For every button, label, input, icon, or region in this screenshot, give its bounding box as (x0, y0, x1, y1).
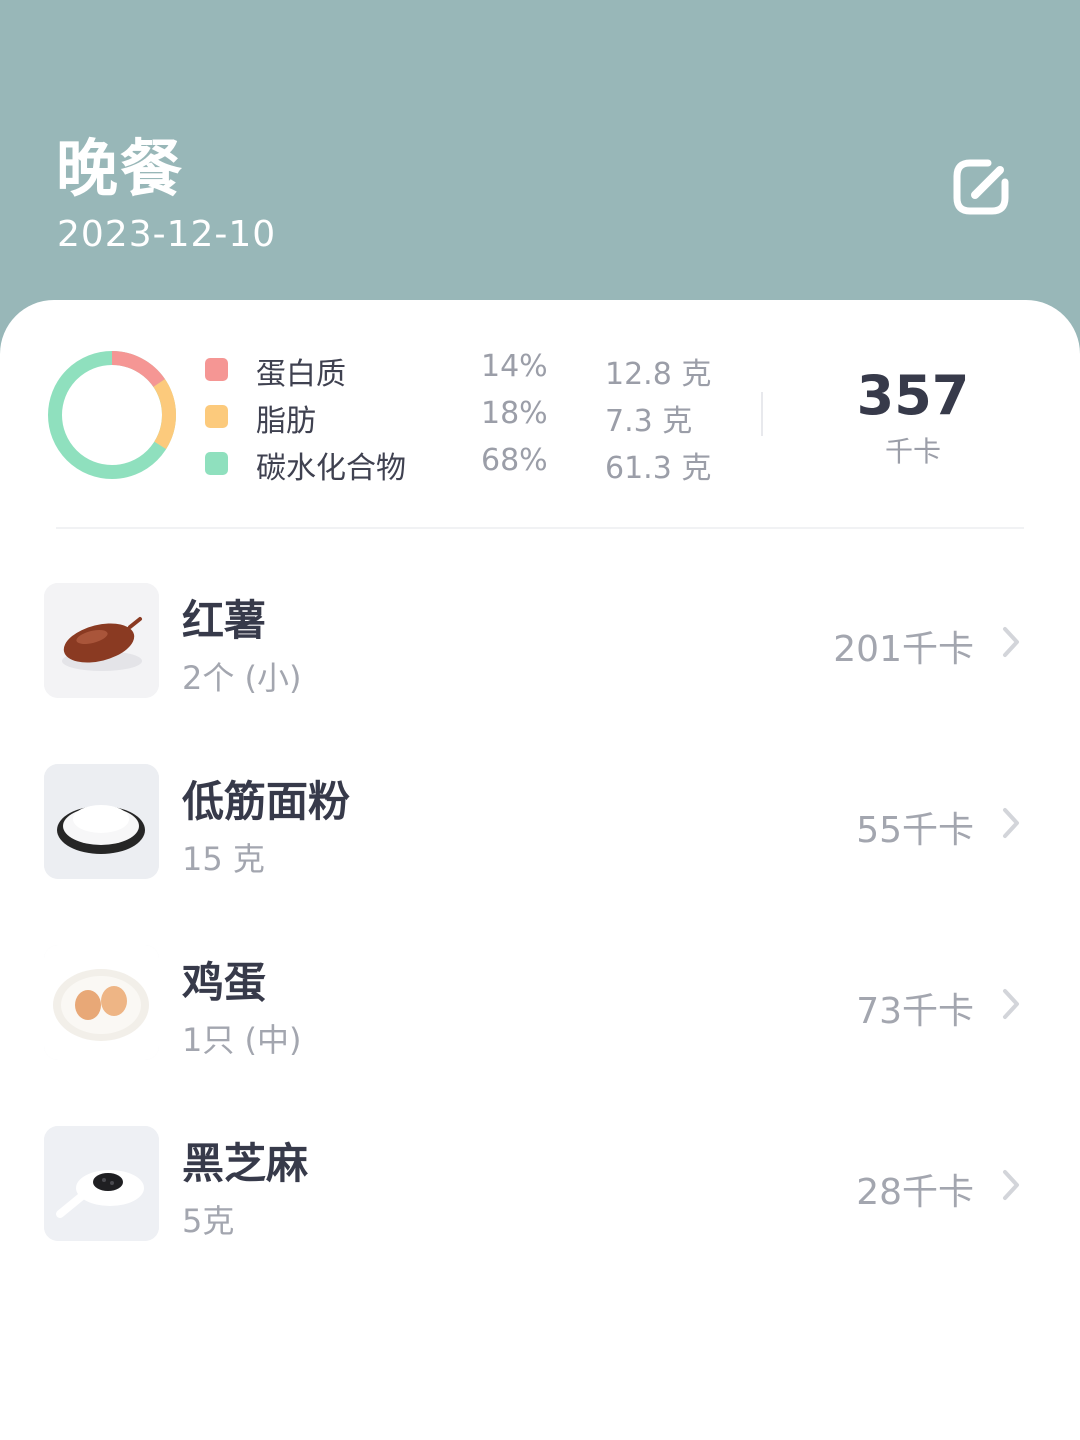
legend-carbs: 碳水化合物 68% 61.3 克 (205, 443, 725, 486)
sweet-potato-icon (44, 583, 159, 698)
food-thumbnail (44, 945, 159, 1060)
food-portion: 5克 (182, 1202, 235, 1240)
edit-icon (953, 159, 1009, 215)
legend-fat: 脂肪 18% 7.3 克 (205, 396, 725, 439)
food-calories: 28千卡 (856, 1172, 974, 1213)
food-name: 低筋面粉 (182, 777, 351, 826)
macro-donut-chart (48, 350, 176, 479)
legend-amount: 12.8 克 (605, 357, 712, 392)
total-calories: 357 (856, 364, 970, 427)
legend-amount: 61.3 克 (605, 451, 712, 486)
fat-color-dot (205, 405, 228, 428)
legend-percent: 14% (481, 349, 548, 384)
food-thumbnail (44, 764, 159, 879)
chevron-right-icon (1003, 1170, 1019, 1200)
food-item-cake-flour[interactable]: 低筋面粉 15 克 55千卡 (0, 746, 1080, 906)
legend-percent: 68% (481, 443, 548, 478)
food-item-black-sesame[interactable]: 黑芝麻 5克 28千卡 (0, 1108, 1080, 1268)
food-calories: 73千卡 (856, 991, 974, 1032)
legend-amount: 7.3 克 (605, 404, 693, 439)
header: 晚餐 2023-12-10 (0, 0, 1080, 320)
food-thumbnail (44, 583, 159, 698)
carbs-color-dot (205, 452, 228, 475)
food-name: 红薯 (182, 596, 267, 645)
flour-icon (44, 764, 159, 879)
chevron-right-icon (1003, 627, 1019, 657)
legend-protein: 蛋白质 14% 12.8 克 (205, 349, 725, 392)
food-portion: 1只 (中) (182, 1021, 302, 1059)
legend-label: 蛋白质 (256, 357, 346, 392)
food-portion: 2个 (小) (182, 659, 302, 697)
chevron-right-icon (1003, 808, 1019, 838)
legend-label: 脂肪 (256, 404, 316, 439)
section-divider (56, 527, 1024, 529)
total-calories-unit: 千卡 (884, 435, 941, 468)
black-sesame-icon (44, 1126, 159, 1241)
protein-color-dot (205, 358, 228, 381)
food-item-sweet-potato[interactable]: 红薯 2个 (小) 201千卡 (0, 565, 1080, 725)
edit-button[interactable] (948, 154, 1014, 220)
page-title: 晚餐 (56, 132, 185, 205)
meal-detail-card: 蛋白质 14% 12.8 克 脂肪 18% 7.3 克 碳水化合物 68% 61… (0, 300, 1080, 1440)
food-item-egg[interactable]: 鸡蛋 1只 (中) 73千卡 (0, 927, 1080, 1087)
eggs-icon (44, 945, 159, 1060)
summary-divider (761, 392, 763, 436)
food-thumbnail (44, 1126, 159, 1241)
food-calories: 55千卡 (856, 810, 974, 851)
nutrition-summary: 蛋白质 14% 12.8 克 脂肪 18% 7.3 克 碳水化合物 68% 61… (0, 300, 1080, 528)
legend-percent: 18% (481, 396, 548, 431)
chevron-right-icon (1003, 989, 1019, 1019)
legend-label: 碳水化合物 (256, 451, 406, 486)
food-name: 黑芝麻 (182, 1139, 309, 1188)
meal-date: 2023-12-10 (57, 214, 277, 255)
food-calories: 201千卡 (833, 629, 974, 670)
food-portion: 15 克 (182, 840, 265, 878)
food-name: 鸡蛋 (182, 958, 267, 1007)
